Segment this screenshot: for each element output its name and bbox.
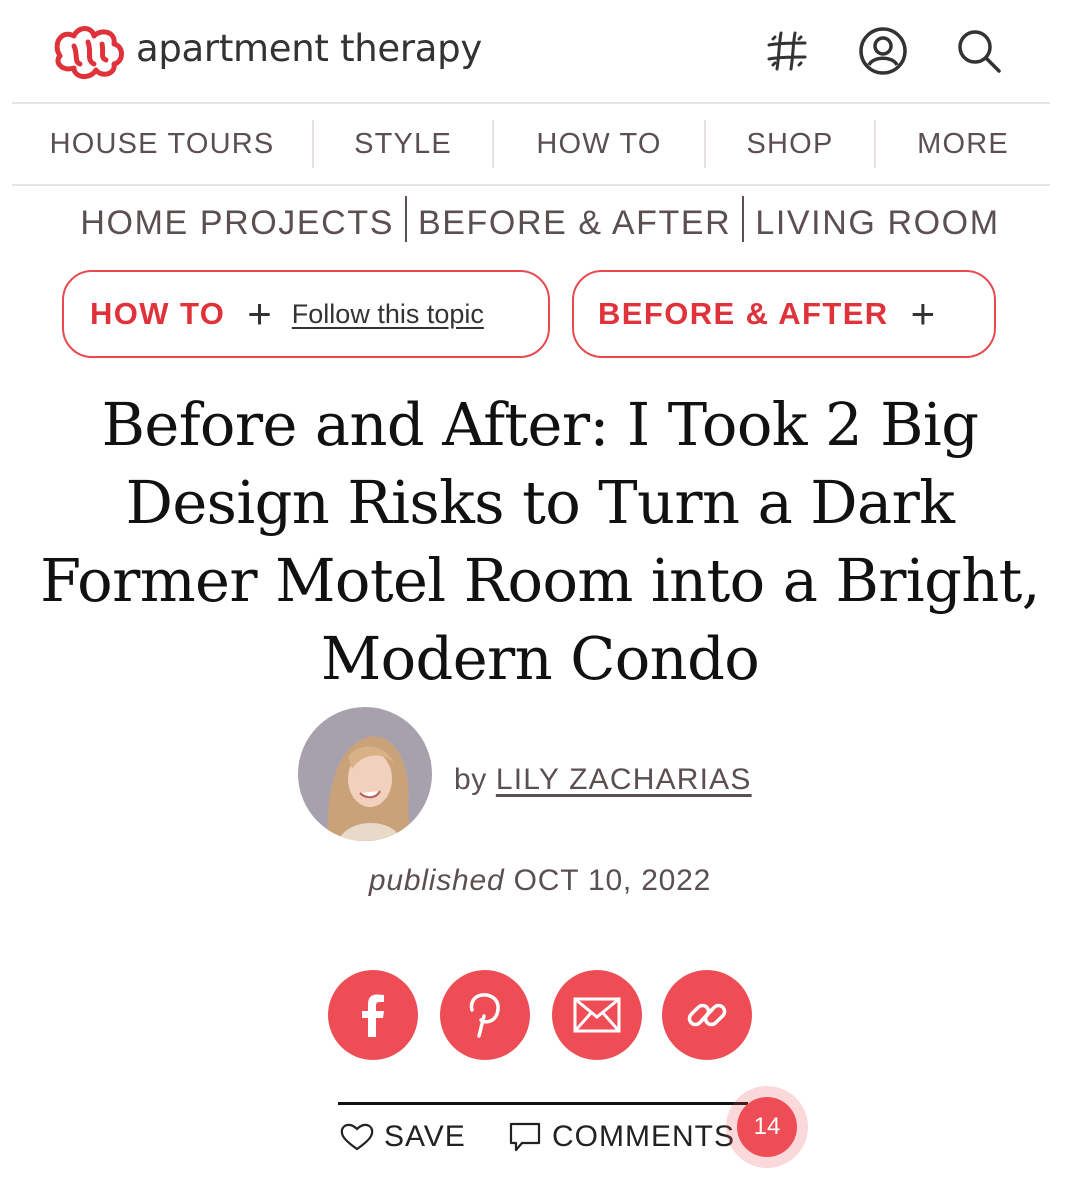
nav-item-style[interactable]: STYLE bbox=[314, 128, 492, 161]
comments-label: COMMENTS bbox=[552, 1120, 735, 1153]
nav-item-shop[interactable]: SHOP bbox=[706, 128, 874, 161]
comment-bubble-icon bbox=[509, 1122, 541, 1152]
publish-date: published OCT 10, 2022 bbox=[0, 864, 1080, 898]
plus-icon[interactable]: + bbox=[911, 293, 936, 335]
published-date: OCT 10, 2022 bbox=[513, 864, 712, 897]
share-pinterest-button[interactable] bbox=[440, 970, 530, 1060]
heart-icon bbox=[340, 1123, 374, 1151]
author-link[interactable]: LILY ZACHARIAS bbox=[496, 763, 752, 796]
share-email-button[interactable] bbox=[552, 970, 642, 1060]
nav-item-how-to[interactable]: HOW TO bbox=[494, 128, 704, 161]
breadcrumb-home-projects[interactable]: HOME PROJECTS bbox=[80, 204, 394, 242]
search-icon[interactable] bbox=[952, 24, 1006, 78]
author-avatar[interactable] bbox=[298, 707, 432, 841]
breadcrumb-separator bbox=[742, 196, 745, 242]
published-label: published bbox=[368, 864, 505, 897]
breadcrumb-living-room[interactable]: LIVING ROOM bbox=[755, 204, 999, 242]
facebook-icon bbox=[362, 994, 384, 1037]
nav-item-house-tours[interactable]: HOUSE TOURS bbox=[12, 128, 312, 161]
hashtag-icon[interactable] bbox=[760, 24, 814, 78]
nav-item-more[interactable]: MORE bbox=[876, 128, 1050, 161]
breadcrumb: HOME PROJECTS BEFORE & AFTER LIVING ROOM bbox=[0, 196, 1080, 243]
topic-label: BEFORE & AFTER bbox=[598, 296, 889, 331]
breadcrumb-separator bbox=[404, 196, 407, 242]
article-title: Before and After: I Took 2 Big Design Ri… bbox=[40, 390, 1040, 693]
comments-button[interactable]: COMMENTS bbox=[508, 1120, 735, 1154]
comments-count-badge[interactable]: 14 bbox=[726, 1086, 808, 1168]
actions-divider bbox=[338, 1102, 748, 1105]
share-facebook-button[interactable] bbox=[328, 970, 418, 1060]
byline-prefix: by bbox=[454, 763, 487, 796]
logo-mark-icon bbox=[54, 26, 124, 79]
topic-pill-before-after[interactable]: BEFORE & AFTER + bbox=[572, 270, 996, 358]
link-icon bbox=[687, 1003, 727, 1027]
author-portrait-icon bbox=[298, 707, 432, 841]
site-logo-text: apartment therapy bbox=[136, 26, 482, 70]
save-button[interactable]: SAVE bbox=[340, 1120, 466, 1154]
share-link-button[interactable] bbox=[662, 970, 752, 1060]
main-nav: HOUSE TOURS STYLE HOW TO SHOP MORE bbox=[12, 104, 1050, 184]
byline: by LILY ZACHARIAS bbox=[454, 763, 752, 797]
email-icon bbox=[573, 997, 621, 1033]
comments-count: 14 bbox=[737, 1097, 797, 1157]
site-header: apartment therapy bbox=[0, 0, 1080, 102]
breadcrumb-before-after[interactable]: BEFORE & AFTER bbox=[418, 204, 731, 242]
nav-divider-bottom bbox=[12, 184, 1050, 186]
topic-pill-how-to[interactable]: HOW TO + Follow this topic bbox=[62, 270, 550, 358]
user-account-icon[interactable] bbox=[856, 24, 910, 78]
plus-icon[interactable]: + bbox=[247, 293, 272, 335]
pinterest-icon bbox=[469, 993, 500, 1038]
site-logo[interactable]: apartment therapy bbox=[52, 22, 482, 80]
save-label: SAVE bbox=[384, 1120, 466, 1153]
topic-label: HOW TO bbox=[90, 296, 226, 331]
follow-topic-link[interactable]: Follow this topic bbox=[292, 299, 484, 330]
